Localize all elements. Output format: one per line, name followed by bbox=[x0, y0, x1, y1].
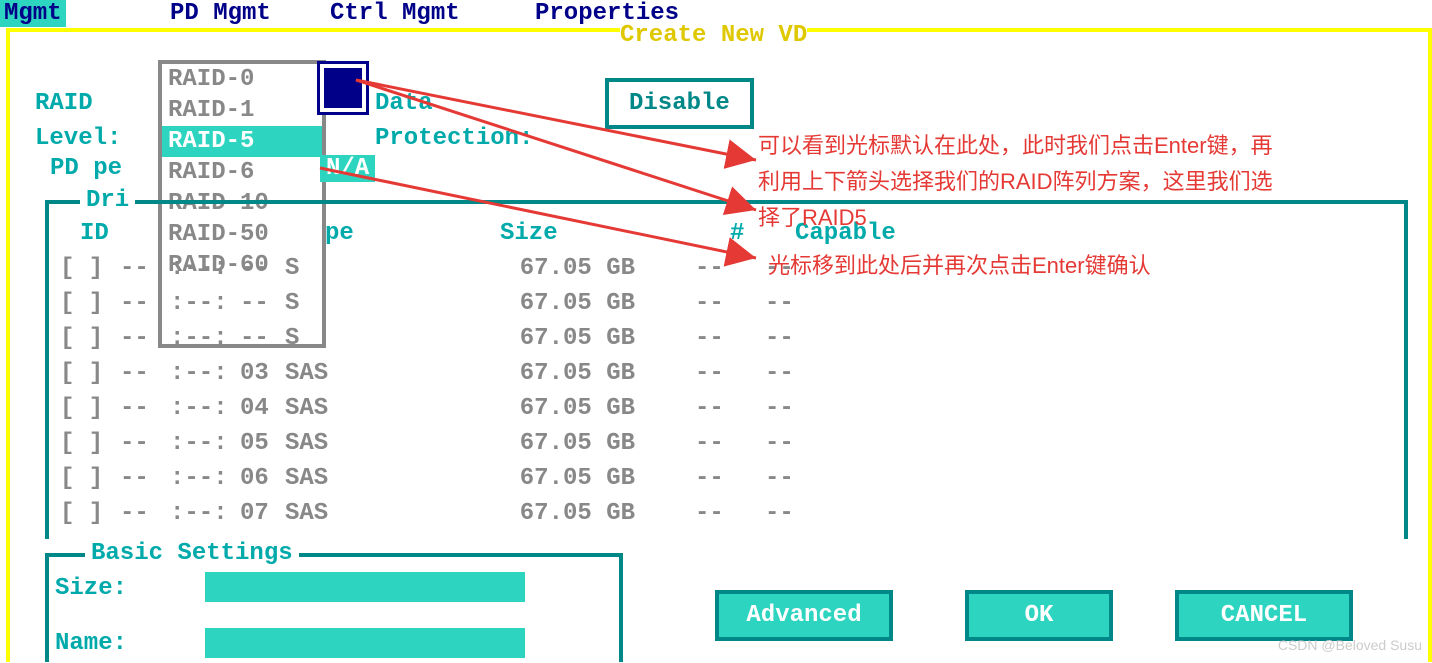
table-row[interactable]: [ ]--:--:06SAS67.05 GB---- bbox=[60, 465, 960, 492]
table-row[interactable]: [ ]--:--:--S67.05 GB---- bbox=[60, 325, 960, 352]
table-row[interactable]: [ ]--:--:03SAS67.05 GB---- bbox=[60, 360, 960, 387]
menu-mgmt[interactable]: Mgmt bbox=[0, 0, 66, 27]
col-size: Size bbox=[500, 220, 558, 247]
level-label: Level: bbox=[35, 125, 121, 152]
protection-label: Protection: bbox=[375, 125, 533, 152]
size-label: Size: bbox=[55, 575, 127, 602]
table-row[interactable]: [ ]--:--:05SAS67.05 GB---- bbox=[60, 430, 960, 457]
ok-button[interactable]: OK bbox=[965, 590, 1113, 641]
cancel-button[interactable]: CANCEL bbox=[1175, 590, 1353, 641]
raid-option-1[interactable]: RAID-1 bbox=[162, 95, 322, 126]
raid-option-5[interactable]: RAID-5 bbox=[162, 126, 322, 157]
annotation-line1: 可以看到光标默认在此处，此时我们点击Enter键，再 bbox=[758, 128, 1273, 160]
table-row[interactable]: [ ]--:--:07SAS67.05 GB---- bbox=[60, 500, 960, 527]
advanced-button[interactable]: Advanced bbox=[715, 590, 893, 641]
pd-pe-label: PD pe bbox=[50, 155, 122, 182]
col-pe: pe bbox=[325, 220, 354, 247]
raid-option-6[interactable]: RAID-6 bbox=[162, 157, 322, 188]
annotation-line4: 光标移到此处后并再次点击Enter键确认 bbox=[768, 248, 1151, 280]
menu-pd-mgmt[interactable]: PD Mgmt bbox=[170, 0, 271, 27]
na-value: N/A bbox=[320, 155, 375, 182]
col-id: ID bbox=[80, 220, 109, 247]
menu-ctrl-mgmt[interactable]: Ctrl Mgmt bbox=[330, 0, 460, 27]
table-row[interactable]: [ ]--:--:--S67.05 GB---- bbox=[60, 290, 960, 317]
panel-title: Create New VD bbox=[620, 22, 807, 49]
name-input[interactable] bbox=[205, 628, 525, 658]
col-hash: # bbox=[730, 220, 744, 247]
size-input[interactable] bbox=[205, 572, 525, 602]
disable-button[interactable]: Disable bbox=[605, 78, 754, 129]
annotation-line2: 利用上下箭头选择我们的RAID阵列方案，这里我们选 bbox=[758, 164, 1273, 196]
name-label: Name: bbox=[55, 630, 127, 657]
data-label: Data bbox=[375, 90, 433, 117]
table-row[interactable]: [ ]--:--:04SAS67.05 GB---- bbox=[60, 395, 960, 422]
cursor-box[interactable] bbox=[320, 64, 366, 112]
raid-label: RAID bbox=[35, 90, 93, 117]
dri-label: Dri bbox=[80, 187, 135, 214]
watermark: CSDN @Beloved Susu bbox=[1278, 637, 1422, 653]
annotation-line3: 择了RAID5 bbox=[758, 200, 867, 232]
raid-option-0[interactable]: RAID-0 bbox=[162, 64, 322, 95]
basic-settings-label: Basic Settings bbox=[85, 540, 299, 567]
